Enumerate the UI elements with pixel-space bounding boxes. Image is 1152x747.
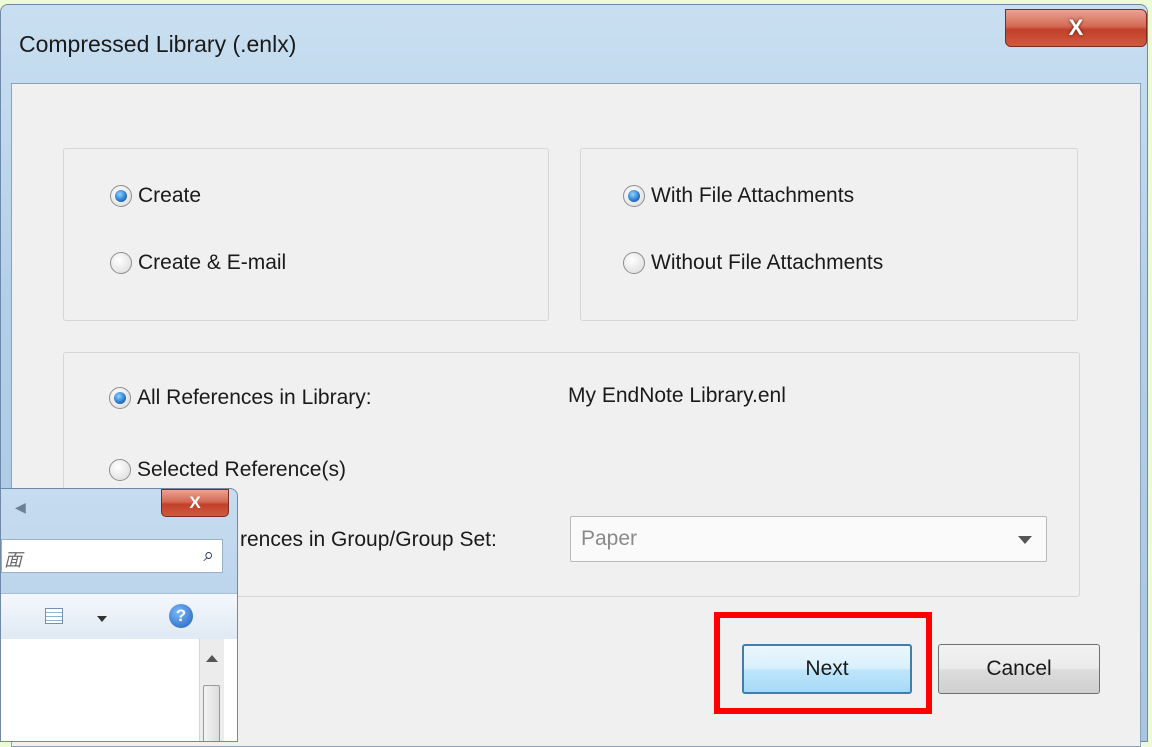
radio-selected-references-label: Selected Reference(s)	[137, 458, 346, 481]
scroll-up-icon[interactable]	[206, 655, 218, 662]
radio-group-references-label: rences in Group/Group Set:	[240, 528, 497, 551]
radio-checked-icon	[623, 185, 645, 207]
chevron-down-icon	[1018, 536, 1032, 544]
library-name: My EndNote Library.enl	[568, 384, 786, 407]
close-button[interactable]: X	[1005, 9, 1147, 47]
dialog-title: Compressed Library (.enlx)	[19, 31, 297, 57]
chevron-down-icon[interactable]	[97, 616, 107, 622]
radio-unchecked-icon	[623, 252, 645, 274]
view-icon[interactable]	[45, 608, 63, 624]
radio-checked-icon	[110, 185, 132, 207]
search-icon[interactable]: ⌕	[203, 545, 214, 567]
search-text: 面	[4, 550, 22, 570]
radio-create-email-label: Create & E-mail	[138, 251, 287, 274]
radio-all-references[interactable]: All References in Library:	[109, 386, 372, 410]
radio-unchecked-icon	[109, 459, 131, 481]
scroll-thumb[interactable]	[203, 685, 220, 741]
radio-checked-icon	[109, 387, 131, 409]
radio-all-references-label: All References in Library:	[137, 386, 372, 409]
group-select[interactable]: Paper	[570, 516, 1047, 562]
back-icon[interactable]: ◀	[15, 499, 26, 516]
attachments-option-group: With File Attachments Without File Attac…	[580, 148, 1078, 321]
radio-create-email[interactable]: Create & E-mail	[110, 251, 286, 275]
close-icon: X	[1068, 15, 1084, 40]
radio-unchecked-icon	[110, 252, 132, 274]
background-close-button[interactable]: X	[161, 489, 229, 517]
create-option-group: Create Create & E-mail	[63, 148, 549, 321]
radio-without-attachments[interactable]: Without File Attachments	[623, 251, 883, 275]
background-content-pane	[1, 639, 237, 741]
radio-without-attachments-label: Without File Attachments	[651, 251, 884, 274]
group-select-value: Paper	[581, 527, 638, 550]
radio-create[interactable]: Create	[110, 184, 201, 208]
background-toolbar: ?	[1, 593, 237, 640]
next-button-highlight	[714, 612, 932, 714]
background-explorer-window: ◀ X 面 ⌕ ?	[0, 488, 238, 742]
vertical-scrollbar[interactable]	[199, 639, 224, 741]
radio-selected-references[interactable]: Selected Reference(s)	[109, 458, 346, 482]
radio-with-attachments[interactable]: With File Attachments	[623, 184, 854, 208]
background-search-box[interactable]: 面 ⌕	[1, 539, 223, 573]
radio-create-label: Create	[138, 184, 202, 207]
help-icon[interactable]: ?	[169, 604, 193, 628]
cancel-button[interactable]: Cancel	[938, 644, 1100, 694]
close-icon: X	[189, 493, 201, 512]
radio-with-attachments-label: With File Attachments	[651, 184, 855, 207]
